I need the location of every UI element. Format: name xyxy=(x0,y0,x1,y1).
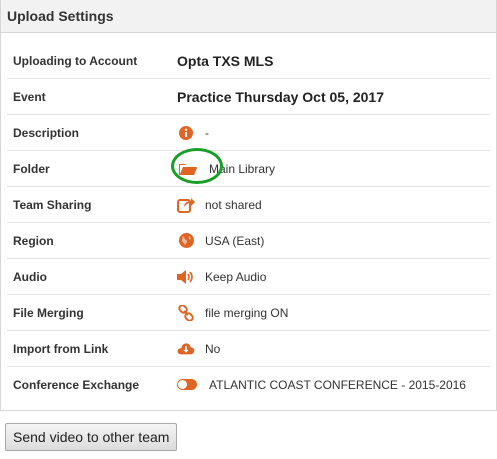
setting-row-description: Description - xyxy=(7,114,490,150)
setting-value-conference-exchange: ATLANTIC COAST CONFERENCE - 2015-2016 xyxy=(209,377,466,392)
setting-value-region-group: USA (East) xyxy=(171,232,264,250)
setting-value-description: - xyxy=(205,125,209,140)
setting-row-region: Region USA (East) xyxy=(7,222,490,258)
setting-value-event: Practice Thursday Oct 05, 2017 xyxy=(177,88,384,105)
setting-label-file-merging: File Merging xyxy=(13,305,84,320)
setting-row-team-sharing: Team Sharing not shared xyxy=(7,186,490,222)
setting-label-event: Event xyxy=(13,89,46,104)
setting-label-account: Uploading to Account xyxy=(13,53,138,68)
panel-header: Upload Settings xyxy=(1,0,496,33)
upload-settings-panel: Upload Settings Uploading to Account Opt… xyxy=(0,0,497,411)
link-icon[interactable] xyxy=(177,304,195,322)
setting-value-region: USA (East) xyxy=(205,233,265,248)
setting-value-team-sharing: not shared xyxy=(205,197,262,212)
setting-label-folder: Folder xyxy=(13,161,50,176)
settings-list: Uploading to Account Opta TXS MLS Event … xyxy=(1,33,496,402)
setting-row-conference-exchange: Conference Exchange ATLANTIC COAST CONFE… xyxy=(7,366,490,402)
info-icon[interactable] xyxy=(177,124,195,142)
setting-label-audio: Audio xyxy=(13,269,47,284)
setting-label-region: Region xyxy=(13,233,54,248)
setting-row-file-merging: File Merging file merging ON xyxy=(7,294,490,330)
setting-label-conference-exchange: Conference Exchange xyxy=(13,377,140,392)
setting-value-account: Opta TXS MLS xyxy=(177,52,274,69)
panel-title: Upload Settings xyxy=(7,8,114,24)
send-video-button[interactable]: Send video to other team xyxy=(5,423,178,451)
folder-open-icon[interactable] xyxy=(171,147,223,184)
globe-icon[interactable] xyxy=(177,232,195,250)
setting-label-import-link: Import from Link xyxy=(13,341,109,356)
setting-value-folder: Main Library xyxy=(209,161,276,176)
setting-value-import-link: No xyxy=(205,341,221,356)
cloud-download-icon[interactable] xyxy=(177,340,195,358)
setting-value-conference-exchange-group: ATLANTIC COAST CONFERENCE - 2015-2016 xyxy=(171,378,466,392)
setting-value-audio-group: Keep Audio xyxy=(171,268,266,286)
setting-label-team-sharing: Team Sharing xyxy=(13,197,92,212)
setting-label-description: Description xyxy=(13,125,80,140)
setting-row-event: Event Practice Thursday Oct 05, 2017 xyxy=(7,78,490,114)
setting-value-audio: Keep Audio xyxy=(205,269,267,284)
setting-value-file-merging: file merging ON xyxy=(205,305,289,320)
setting-value-file-merging-group: file merging ON xyxy=(171,304,288,322)
setting-row-folder: Folder Main Library xyxy=(7,147,490,186)
share-icon[interactable] xyxy=(177,196,195,214)
setting-value-description-group: - xyxy=(171,124,209,142)
setting-row-audio: Audio Keep Audio xyxy=(7,258,490,294)
setting-row-account: Uploading to Account Opta TXS MLS xyxy=(7,43,490,78)
setting-row-import-link: Import from Link No xyxy=(7,330,490,366)
setting-value-team-sharing-group: not shared xyxy=(171,196,262,214)
volume-icon[interactable] xyxy=(177,268,195,286)
setting-value-import-link-group: No xyxy=(171,340,220,358)
setting-value-folder-group: Main Library xyxy=(171,147,276,184)
toggle-icon[interactable] xyxy=(177,379,197,390)
